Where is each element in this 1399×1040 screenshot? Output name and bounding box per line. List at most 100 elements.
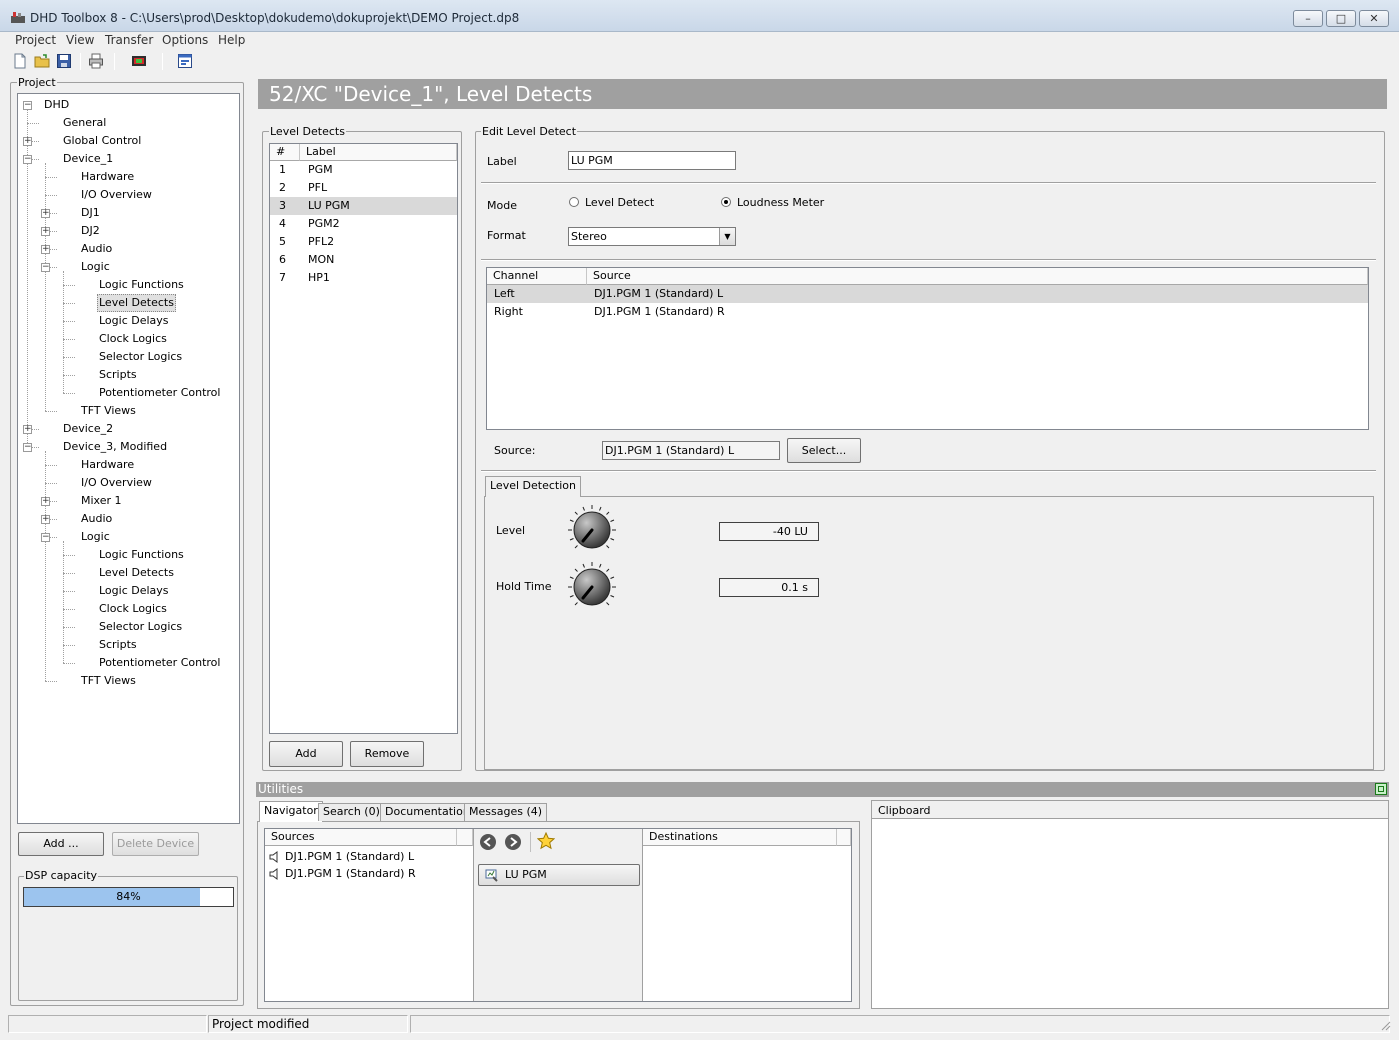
tree-item[interactable]: Hardware [79,168,136,186]
tree-item[interactable]: Global Control [61,132,143,150]
column-header-number[interactable]: # [270,144,300,161]
tree-item[interactable]: Logic Functions [97,276,186,294]
tree-item[interactable]: Clock Logics [97,330,169,348]
tree-item[interactable]: Audio [79,240,114,258]
tree-item[interactable]: Logic [79,528,112,546]
tree-item[interactable]: Scripts [97,366,139,384]
tree-item[interactable]: DJ1 [79,204,102,222]
menu-options[interactable]: Options [162,33,208,47]
chevron-down-icon[interactable]: ▼ [719,228,735,245]
tree-item[interactable]: Scripts [97,636,139,654]
expand-icon[interactable]: + [23,137,32,146]
tree-item[interactable]: Logic [79,258,112,276]
collapse-icon[interactable]: − [41,263,50,272]
menu-view[interactable]: View [66,33,94,47]
resize-grip-icon[interactable] [1379,1019,1391,1031]
forward-arrow-icon[interactable] [504,833,522,851]
tree-item[interactable]: Potentiometer Control [97,384,222,402]
tree-item[interactable]: Device_2 [61,420,115,438]
format-select[interactable]: Stereo ▼ [568,227,736,246]
save-icon[interactable] [56,53,72,69]
project-tree[interactable]: − DHD General + Global Control − Device_1 Hardw… [17,93,240,824]
clipboard-panel[interactable]: Clipboard [871,800,1389,1009]
channel-list[interactable]: Channel Source Left DJ1.PGM 1 (Standard)… [486,267,1369,430]
new-file-icon[interactable] [12,53,28,69]
level-detect-row[interactable]: 2 PFL [270,179,457,197]
tree-item[interactable]: Level Detects [97,294,176,312]
maximize-panel-icon[interactable] [1375,783,1387,795]
collapse-icon[interactable]: − [23,155,32,164]
menu-help[interactable]: Help [218,33,245,47]
mode-loudness-meter-radio[interactable] [721,197,731,207]
tree-item[interactable]: DJ2 [79,222,102,240]
collapse-icon[interactable]: − [23,101,32,110]
level-detect-row[interactable]: 5 PFL2 [270,233,457,251]
level-detect-row[interactable]: 4 PGM2 [270,215,457,233]
tree-item[interactable]: Mixer 1 [79,492,124,510]
tab-documentation[interactable]: Documentation [380,803,475,821]
hold-time-knob[interactable] [566,561,618,613]
column-header-label[interactable]: Label [300,144,457,161]
menu-project[interactable]: Project [15,33,56,47]
tree-item[interactable]: Hardware [79,456,136,474]
mode-loudness-meter-label[interactable]: Loudness Meter [737,196,824,209]
label-input[interactable]: LU PGM [568,151,736,170]
tree-item[interactable]: Logic Functions [97,546,186,564]
level-detect-row[interactable]: 3 LU PGM [270,197,457,215]
tree-item[interactable]: I/O Overview [79,474,154,492]
back-arrow-icon[interactable] [479,833,497,851]
collapse-icon[interactable]: − [41,533,50,542]
star-icon[interactable] [537,832,555,850]
tree-item[interactable]: Selector Logics [97,348,184,366]
mode-level-detect-radio[interactable] [569,197,579,207]
column-header-source[interactable]: Source [587,268,1368,285]
tree-item[interactable]: TFT Views [79,402,138,420]
tree-item[interactable]: Logic Delays [97,582,171,600]
print-icon[interactable] [88,53,104,69]
level-detect-row[interactable]: 7 HP1 [270,269,457,287]
level-detects-list[interactable]: # Label 1 PGM 2 PFL 3 LU PGM 4 PGM2 5 PFL2 6 MON 7 HP… [269,143,458,734]
level-detect-row[interactable]: 1 PGM [270,161,457,179]
expand-icon[interactable]: + [41,515,50,524]
channel-row[interactable]: Right DJ1.PGM 1 (Standard) R [487,303,1368,321]
add-device-button[interactable]: Add ... [18,832,104,856]
remove-button[interactable]: Remove [350,741,424,767]
delete-device-button[interactable]: Delete Device [112,832,199,856]
tree-item[interactable]: Level Detects [97,564,176,582]
tree-item[interactable]: Audio [79,510,114,528]
device-icon[interactable] [131,53,147,69]
tree-item[interactable]: Clock Logics [97,600,169,618]
add-button[interactable]: Add [269,741,343,767]
mode-level-detect-label[interactable]: Level Detect [585,196,654,209]
expand-icon[interactable]: + [41,227,50,236]
current-item-button[interactable]: LU PGM [478,864,640,886]
menu-transfer[interactable]: Transfer [105,33,153,47]
column-header-channel[interactable]: Channel [487,268,587,285]
channel-row[interactable]: Left DJ1.PGM 1 (Standard) L [487,285,1368,303]
expand-icon[interactable]: + [41,209,50,218]
view-icon[interactable] [177,53,193,69]
open-folder-icon[interactable] [34,53,50,69]
maximize-button[interactable]: □ [1326,10,1356,27]
collapse-icon[interactable]: − [23,443,32,452]
minimize-button[interactable]: – [1293,10,1323,27]
column-header-sources[interactable]: Sources [265,829,457,846]
tree-item[interactable]: Device_1 [61,150,115,168]
column-header-destinations[interactable]: Destinations [643,829,837,846]
tree-item[interactable]: Logic Delays [97,312,171,330]
tree-item[interactable]: General [61,114,108,132]
expand-icon[interactable]: + [41,497,50,506]
expand-icon[interactable]: + [23,425,32,434]
tree-item[interactable]: TFT Views [79,672,138,690]
tree-item[interactable]: Potentiometer Control [97,654,222,672]
tree-item[interactable]: Selector Logics [97,618,184,636]
tab-messages[interactable]: Messages (4) [464,803,548,821]
level-knob[interactable] [566,504,618,556]
level-detect-row[interactable]: 6 MON [270,251,457,269]
tree-item[interactable]: Device_3, Modified [61,438,169,456]
select-source-button[interactable]: Select... [787,438,861,463]
tree-item[interactable]: I/O Overview [79,186,154,204]
tree-item[interactable]: DHD [42,96,71,114]
tab-navigator[interactable]: Navigator [259,801,323,822]
expand-icon[interactable]: + [41,245,50,254]
